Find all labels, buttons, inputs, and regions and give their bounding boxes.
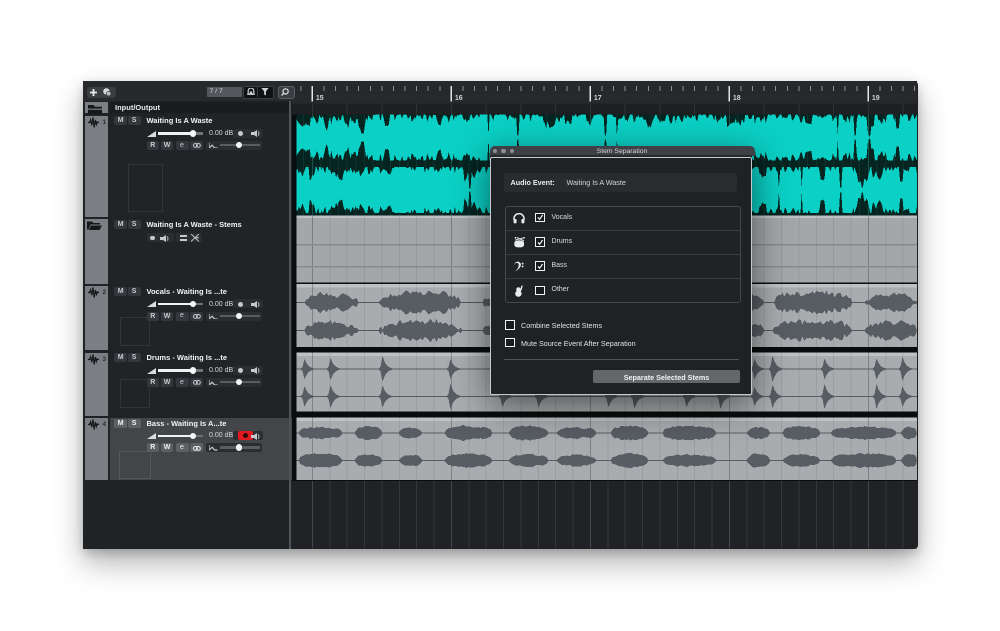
svg-text:15: 15 [316, 95, 324, 102]
svg-text:17: 17 [594, 95, 602, 102]
svg-text:16: 16 [455, 95, 463, 102]
svg-text:18: 18 [733, 95, 741, 102]
svg-text:19: 19 [872, 95, 880, 102]
